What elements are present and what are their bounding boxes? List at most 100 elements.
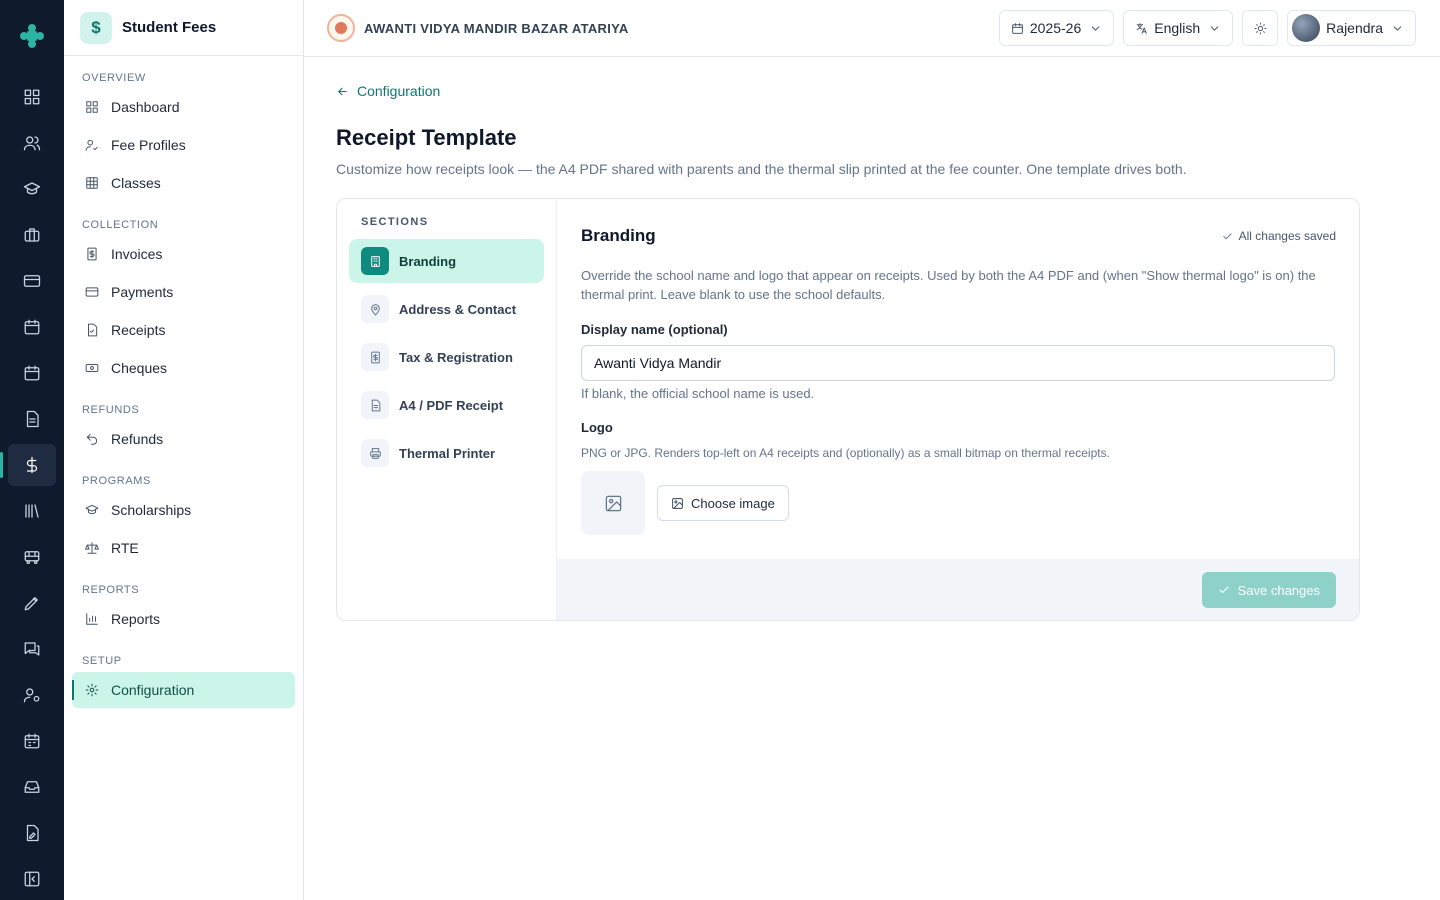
sidebar-item-scholarships[interactable]: Scholarships — [72, 492, 295, 528]
sidebar-group-setup: SETUP Configuration — [64, 652, 303, 708]
sections-nav: SECTIONS Branding Address & Contact Tax … — [337, 199, 557, 620]
sidebar-item-receipts[interactable]: Receipts — [72, 312, 295, 348]
bar-chart-icon — [86, 613, 98, 625]
rail-user-settings-icon[interactable] — [8, 674, 56, 716]
save-changes-button[interactable]: Save changes — [1201, 572, 1336, 608]
rail-card-icon[interactable] — [8, 260, 56, 302]
sections-label: SECTIONS — [361, 216, 429, 228]
card-icon — [85, 287, 99, 297]
language-value: English — [1154, 20, 1201, 36]
rail-calendar-alt-icon[interactable] — [8, 352, 56, 394]
section-thermal-printer[interactable]: Thermal Printer — [349, 431, 544, 475]
sidebar-item-cheques[interactable]: Cheques — [72, 350, 295, 386]
sidebar-item-dashboard[interactable]: Dashboard — [72, 89, 295, 125]
sidebar-group-label: SETUP — [82, 655, 122, 667]
sidebar-item-fee-profiles[interactable]: Fee Profiles — [72, 127, 295, 163]
theme-toggle-button[interactable] — [1242, 10, 1279, 46]
map-pin-icon — [361, 295, 389, 323]
arrow-left-icon — [338, 87, 347, 95]
display-name-hint: If blank, the official school name is us… — [581, 386, 815, 401]
sidebar-item-label: Reports — [111, 611, 161, 627]
session-value: 2025-26 — [1029, 20, 1082, 36]
rail-calendar-grid-icon[interactable] — [8, 720, 56, 762]
save-status: All changes saved — [1222, 229, 1336, 243]
panel-title: Branding — [581, 226, 656, 245]
user-menu[interactable]: Rajendra — [1287, 10, 1416, 46]
rail-document-icon[interactable] — [8, 398, 56, 440]
sidebar-title: Student Fees — [122, 19, 217, 36]
building-icon — [361, 247, 389, 275]
rail-inbox-icon[interactable] — [8, 766, 56, 808]
school-identity: AWANTI VIDYA MANDIR BAZAR ATARIYA — [327, 14, 629, 42]
cheque-icon — [85, 364, 99, 372]
sidebar-item-configuration[interactable]: Configuration — [72, 672, 295, 708]
display-name-label: Display name (optional) — [581, 322, 728, 337]
rail-bus-icon[interactable] — [8, 536, 56, 578]
fees-sidebar: $ Student Fees OVERVIEW Dashboard Fee Pr… — [64, 0, 304, 900]
display-name-input[interactable] — [581, 345, 1335, 381]
top-bar-controls: 2025-26 English Rajendra — [998, 10, 1416, 46]
rail-collapse-icon[interactable] — [8, 858, 56, 900]
language-select[interactable]: English — [1123, 10, 1234, 46]
rail-file-edit-icon[interactable] — [8, 812, 56, 854]
sidebar-item-label: Payments — [111, 284, 174, 300]
section-address-contact[interactable]: Address & Contact — [349, 287, 544, 331]
sidebar-group-label: COLLECTION — [82, 219, 159, 231]
section-branding[interactable]: Branding — [349, 239, 544, 283]
tax-receipt-icon — [361, 343, 389, 371]
image-placeholder-icon — [605, 495, 621, 511]
sidebar-group-label: OVERVIEW — [82, 72, 146, 84]
sun-icon — [1254, 22, 1267, 34]
rail-graduation-cap-icon[interactable] — [8, 168, 56, 210]
sidebar-item-label: Refunds — [111, 431, 164, 447]
user-name: Rajendra — [1326, 20, 1383, 36]
school-logo-icon — [327, 14, 355, 42]
logo-preview — [581, 471, 645, 535]
check-icon — [1222, 232, 1232, 239]
panel-description: Override the school name and logo that a… — [581, 268, 1316, 302]
section-a4-pdf-receipt[interactable]: A4 / PDF Receipt — [349, 383, 544, 427]
undo-icon — [86, 433, 98, 445]
rail-users-icon[interactable] — [8, 122, 56, 164]
page-description: Customize how receipts look — the A4 PDF… — [336, 161, 1187, 177]
sidebar-item-label: RTE — [111, 540, 139, 556]
scales-icon — [85, 542, 99, 554]
app-rail — [0, 0, 64, 900]
rail-briefcase-icon[interactable] — [8, 214, 56, 256]
sidebar-group-label: REFUNDS — [82, 404, 140, 416]
grid-icon — [86, 177, 98, 189]
sidebar-group-collection: COLLECTION Invoices Payments Receipts Ch… — [64, 216, 303, 386]
sidebar-item-reports[interactable]: Reports — [72, 601, 295, 637]
sidebar-item-refunds[interactable]: Refunds — [72, 421, 295, 457]
rail-calendar-icon[interactable] — [8, 306, 56, 348]
sidebar-group-programs: PROGRAMS Scholarships RTE — [64, 472, 303, 566]
back-link-label: Configuration — [357, 83, 441, 99]
graduation-cap-icon — [85, 504, 99, 515]
rail-dashboard-icon[interactable] — [8, 76, 56, 118]
logo-hint: PNG or JPG. Renders top-left on A4 recei… — [581, 446, 1110, 460]
rail-pen-tool-icon[interactable] — [8, 582, 56, 624]
save-changes-label: Save changes — [1237, 582, 1320, 598]
printer-icon — [361, 439, 389, 467]
rail-messages-icon[interactable] — [8, 628, 56, 670]
back-link[interactable]: Configuration — [336, 83, 440, 99]
logo-label: Logo — [581, 420, 613, 435]
sidebar-item-invoices[interactable]: Invoices — [72, 236, 295, 272]
rail-library-icon[interactable] — [8, 490, 56, 532]
check-icon — [1219, 586, 1229, 594]
sidebar-item-label: Classes — [111, 175, 161, 191]
app-logo-icon[interactable] — [0, 0, 64, 72]
dollar-badge-icon: $ — [80, 11, 112, 44]
sidebar-item-payments[interactable]: Payments — [72, 274, 295, 310]
section-label: Branding — [399, 253, 457, 269]
sidebar-item-rte[interactable]: RTE — [72, 530, 295, 566]
invoice-icon — [87, 247, 97, 261]
rail-dollar-icon[interactable] — [0, 444, 56, 486]
choose-image-button[interactable]: Choose image — [657, 485, 789, 521]
sidebar-item-classes[interactable]: Classes — [72, 165, 295, 201]
section-tax-registration[interactable]: Tax & Registration — [349, 335, 544, 379]
save-status-text: All changes saved — [1238, 229, 1336, 243]
sidebar-group-label: REPORTS — [82, 584, 140, 596]
sidebar-item-label: Configuration — [111, 682, 195, 698]
session-select[interactable]: 2025-26 — [998, 10, 1115, 46]
